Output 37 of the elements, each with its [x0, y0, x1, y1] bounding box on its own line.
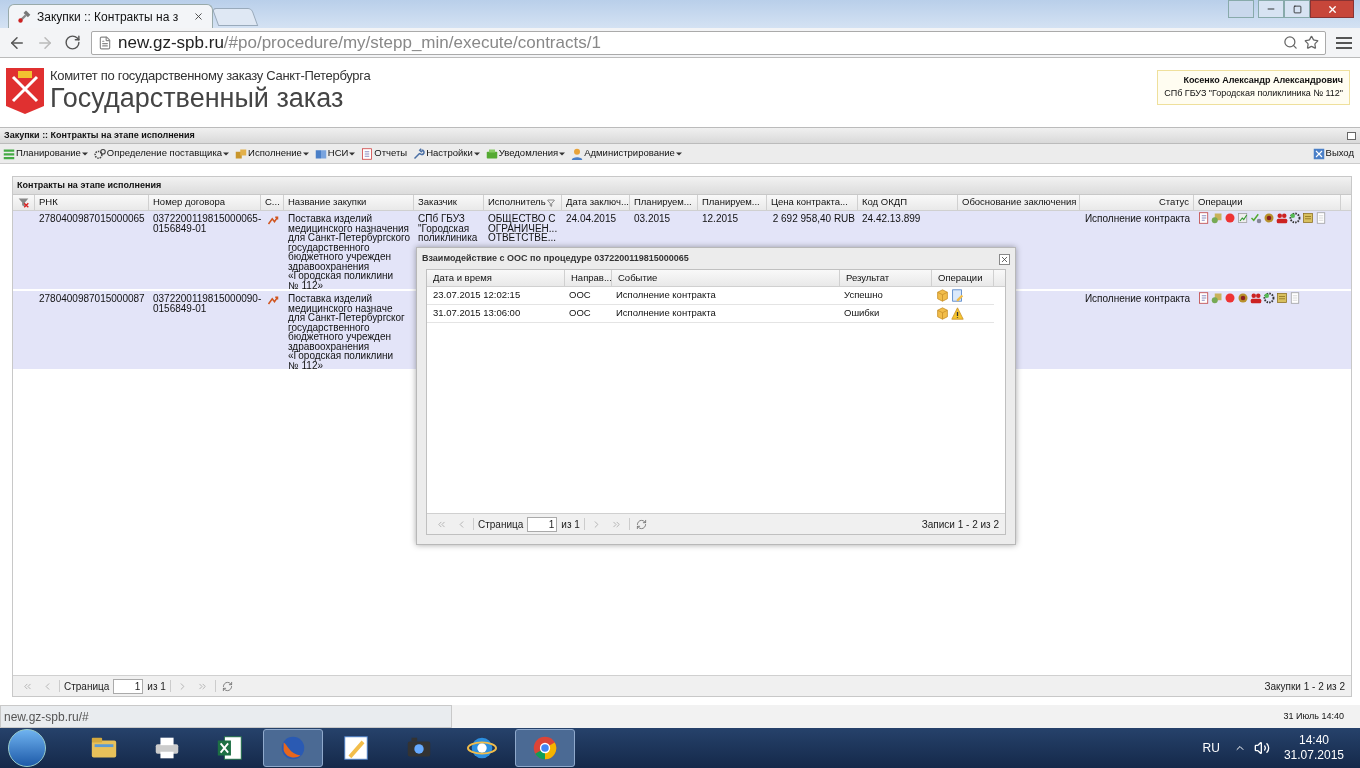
customer-cell-text: СПб ГБУЗ "Городская поликлиника [418, 214, 479, 243]
user-name: Косенко Александр Александрович [1183, 73, 1343, 87]
date-cell: 24.04.2015 [566, 213, 617, 224]
status-date: 31 Июль 14:40 [1283, 709, 1344, 723]
rnk-cell: 2780400987015000065 [39, 213, 145, 224]
page-label: Страница [64, 679, 110, 694]
purchase-name-cell: Поставка изделий медицинского назначения для Санкт-Петербургского государственного бюджетного учрежден здравоохранения «Городская поликлини № 112» [288, 214, 410, 290]
records-summary: Записи 1 - 2 из 2 [921, 517, 999, 532]
direction-cell: ООС [569, 307, 591, 319]
page-count: из 1 [147, 679, 166, 694]
okdp-cell: 24.42.13.899 [862, 213, 921, 224]
result-cell: Успешно [844, 289, 883, 301]
tab-title: Закупки :: Контракты на з [37, 8, 179, 26]
dialog-title: Взаимодействие с ООС по процедуре 0372200119815000065 [422, 252, 689, 266]
purchase-name-cell-text: Поставка изделий медицинского назначе для Санкт-Петербургског государственного бюджетного учрежден здравоохранения «Городская поликлини № 112» [288, 294, 406, 370]
datetime-cell: 31.07.2015 13:06:00 [433, 307, 521, 319]
rnk-cell: 2780400987015000087 [39, 293, 145, 304]
direction-cell: ООС [569, 289, 591, 301]
panel-title: Закупки :: Контракты на этапе исполнения [4, 128, 195, 142]
page-label: Страница [478, 517, 524, 532]
page-count: из 1 [561, 517, 580, 532]
event-cell: Исполнение контракта [616, 307, 716, 319]
planned-date-cell: 03.2015 [634, 213, 671, 224]
url-text: new.gz-spb.ru/#po/procedure/my/stepp_min/execute/contracts/1 [118, 31, 601, 54]
committee-name: Комитет по государственному заказу Санкт-Петербурга [50, 69, 371, 83]
user-organization: СПб ГБУЗ "Городская поликлиника № 112" [1164, 87, 1343, 100]
records-summary: Закупки 1 - 2 из 2 [1264, 679, 1345, 694]
contractor-cell: ОБЩЕСТВО С ОГРАНИЧЕН... ОТВЕТСТВЕ... [488, 214, 558, 243]
site-title: Государственный заказ [50, 83, 345, 113]
grid-title: Контракты на этапе исполнения [17, 178, 162, 192]
status-url: new.gz-spb.ru/# [4, 708, 89, 726]
result-cell: Ошибки [844, 307, 880, 319]
planned-date-cell: 12.2015 [702, 213, 739, 224]
status-cell-text: Исполнение контракта [1084, 214, 1190, 226]
datetime-cell: 23.07.2015 12:02:15 [433, 289, 521, 301]
event-cell: Исполнение контракта [616, 289, 716, 301]
status-cell-text: Исполнение контракта [1084, 294, 1190, 306]
